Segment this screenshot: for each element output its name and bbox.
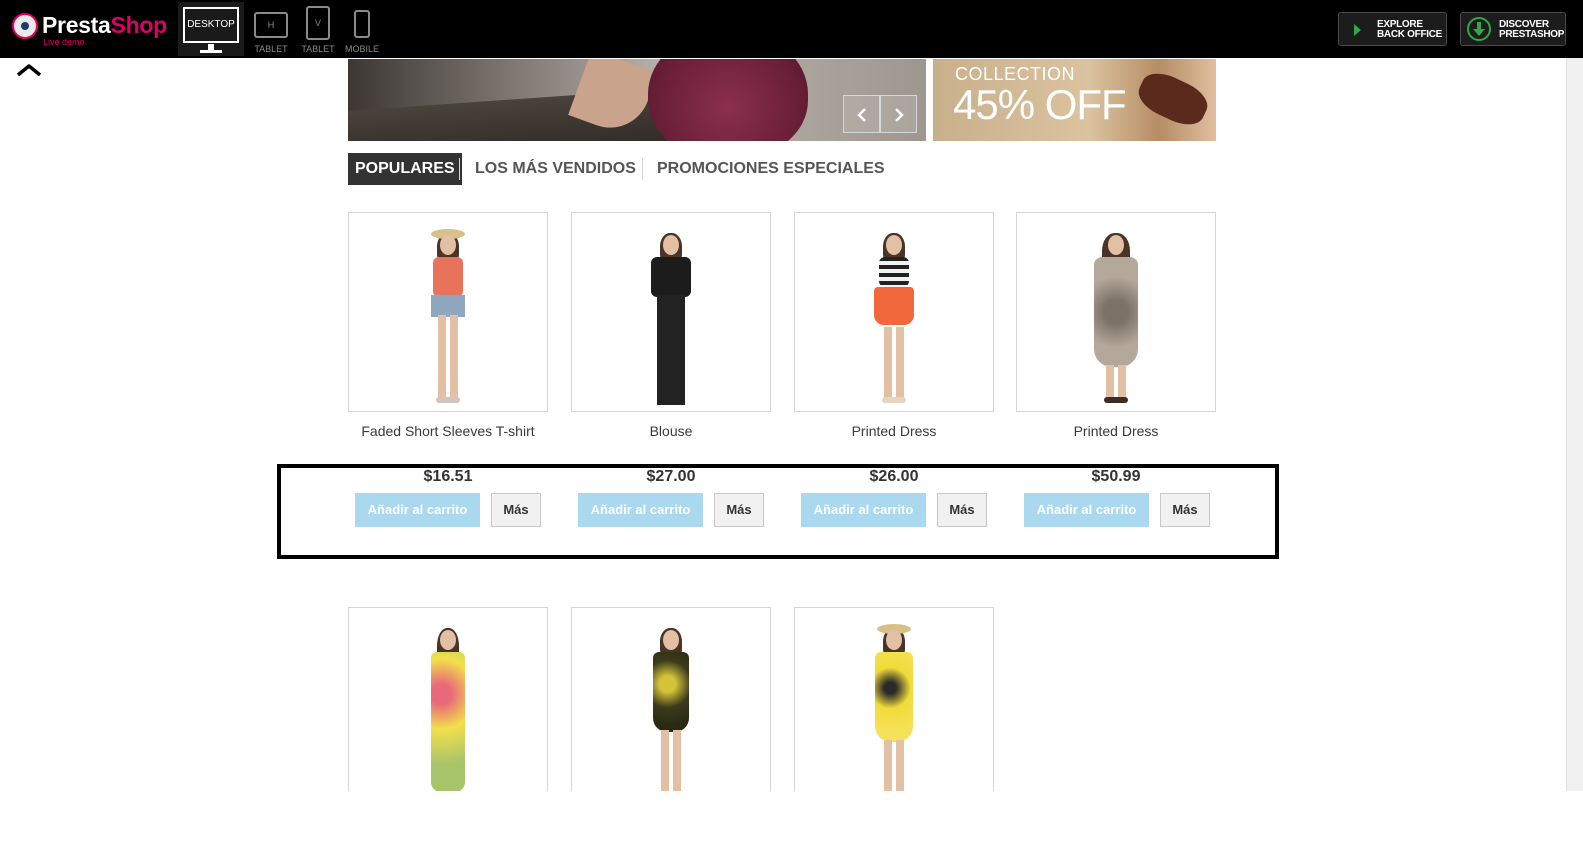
sunglasses-shape bbox=[1132, 66, 1214, 132]
model-shorts bbox=[431, 295, 465, 317]
model-maxi-dress bbox=[431, 652, 465, 792]
more-button[interactable]: Más bbox=[937, 493, 987, 527]
product-name[interactable]: Faded Short Sleeves T-shirt bbox=[348, 423, 548, 439]
device-mobile-button[interactable]: MOBILE bbox=[342, 4, 382, 56]
model-head bbox=[663, 235, 679, 255]
explore-button-label: EXPLORE BACK OFFICE bbox=[1377, 19, 1443, 40]
viewport-bottom-area bbox=[0, 791, 1583, 860]
model-summer-dress bbox=[875, 652, 913, 742]
model-legs bbox=[884, 740, 904, 792]
model-pants bbox=[657, 295, 685, 405]
demo-topbar: PrestaShop Live demo DESKTOP H TABLET V … bbox=[0, 0, 1583, 58]
model-legs bbox=[884, 327, 904, 399]
model-patterned-dress bbox=[1094, 257, 1138, 367]
model-figure bbox=[859, 229, 929, 409]
model-legs bbox=[1106, 365, 1126, 399]
model-short-dress bbox=[653, 652, 689, 732]
discover-button-label: DISCOVER PRESTASHOP bbox=[1499, 19, 1565, 40]
tab-los-mas-vendidos[interactable]: LOS MÁS VENDIDOS bbox=[475, 153, 636, 185]
chevron-up-icon[interactable] bbox=[17, 64, 41, 76]
puffin-logo-icon bbox=[12, 13, 38, 39]
model-figure bbox=[413, 624, 483, 792]
model-top bbox=[433, 257, 463, 297]
banner-dress-shape bbox=[648, 59, 808, 141]
logo-subtitle: Live demo bbox=[43, 37, 85, 47]
device-label: TABLET bbox=[254, 44, 288, 54]
model-shoes bbox=[1104, 397, 1128, 403]
homeslider-banner[interactable] bbox=[348, 59, 926, 141]
model-legs bbox=[661, 730, 681, 792]
tablet-horizontal-icon: H bbox=[254, 12, 288, 38]
product-price: $27.00 bbox=[646, 468, 696, 485]
play-icon bbox=[1354, 24, 1361, 36]
mobile-phone-icon bbox=[354, 10, 370, 38]
logo-name-part2: Shop bbox=[110, 12, 168, 38]
product-image-printed-dress-2[interactable] bbox=[1016, 212, 1216, 412]
prestashop-logo[interactable]: PrestaShop Live demo bbox=[10, 10, 170, 48]
model-skirt bbox=[874, 287, 914, 325]
model-shoes bbox=[436, 397, 460, 403]
product-name[interactable]: Blouse bbox=[571, 423, 771, 439]
model-head bbox=[663, 630, 679, 650]
more-button[interactable]: Más bbox=[1160, 493, 1210, 527]
product-price: $50.99 bbox=[1091, 468, 1141, 485]
slider-prev-button[interactable] bbox=[843, 95, 880, 133]
discover-prestashop-button[interactable]: DISCOVER PRESTASHOP bbox=[1460, 12, 1566, 46]
model-striped-top bbox=[879, 257, 909, 287]
model-head bbox=[440, 235, 456, 255]
tab-populares[interactable]: POPULARES bbox=[348, 153, 462, 185]
device-label: MOBILE bbox=[344, 44, 379, 54]
product-image-printed-dress[interactable] bbox=[794, 212, 994, 412]
product-image-yellow-summer-dress[interactable] bbox=[794, 607, 994, 792]
model-head bbox=[886, 235, 902, 255]
product-price: $16.51 bbox=[423, 468, 473, 485]
model-figure bbox=[636, 624, 706, 792]
device-tablet-horizontal-button[interactable]: H TABLET bbox=[251, 4, 291, 56]
model-figure bbox=[859, 624, 929, 792]
slider-next-button[interactable] bbox=[880, 95, 917, 133]
logo-name-part1: Presta bbox=[42, 12, 111, 38]
model-head bbox=[1108, 235, 1124, 255]
product-name[interactable]: Printed Dress bbox=[794, 423, 994, 439]
product-image-blouse[interactable] bbox=[571, 212, 771, 412]
model-figure bbox=[1081, 229, 1151, 409]
model-head bbox=[440, 630, 456, 650]
add-to-cart-button[interactable]: Añadir al carrito bbox=[578, 493, 703, 527]
more-button[interactable]: Más bbox=[491, 493, 541, 527]
add-to-cart-button[interactable]: Añadir al carrito bbox=[801, 493, 926, 527]
monitor-base-icon bbox=[200, 50, 222, 53]
device-label: TABLET bbox=[301, 44, 335, 54]
product-price: $26.00 bbox=[869, 468, 919, 485]
chevron-right-icon bbox=[895, 108, 904, 122]
more-button[interactable]: Más bbox=[714, 493, 764, 527]
product-image-dark-floral-dress[interactable] bbox=[571, 607, 771, 792]
model-legs bbox=[438, 315, 458, 399]
product-name[interactable]: Printed Dress bbox=[1016, 423, 1216, 439]
product-image-faded-tshirt[interactable] bbox=[348, 212, 548, 412]
promo-banner-collection[interactable]: COLLECTION 45% OFF bbox=[933, 59, 1216, 141]
model-head bbox=[886, 630, 902, 650]
model-shoes bbox=[882, 397, 906, 403]
tablet-vertical-icon: V bbox=[306, 6, 330, 40]
device-tablet-vertical-button[interactable]: V TABLET bbox=[298, 4, 338, 56]
promo-discount-text: 45% OFF bbox=[953, 81, 1127, 128]
model-blouse bbox=[651, 257, 691, 297]
desktop-monitor-icon: DESKTOP bbox=[183, 7, 239, 43]
tab-promociones-especiales[interactable]: PROMOCIONES ESPECIALES bbox=[657, 153, 885, 185]
add-to-cart-button[interactable]: Añadir al carrito bbox=[355, 493, 480, 527]
logo-wordmark: PrestaShop bbox=[42, 12, 167, 39]
chevron-left-icon bbox=[857, 108, 866, 122]
model-figure bbox=[413, 229, 483, 409]
model-figure bbox=[636, 229, 706, 409]
device-desktop-button[interactable]: DESKTOP bbox=[178, 2, 244, 56]
tab-divider bbox=[459, 158, 460, 180]
add-to-cart-button[interactable]: Añadir al carrito bbox=[1024, 493, 1149, 527]
download-icon bbox=[1467, 17, 1491, 41]
tab-divider bbox=[642, 158, 643, 180]
product-image-yellow-floral-dress[interactable] bbox=[348, 607, 548, 792]
explore-back-office-button[interactable]: EXPLORE BACK OFFICE bbox=[1338, 12, 1447, 46]
page-scrollbar[interactable] bbox=[1566, 58, 1583, 791]
